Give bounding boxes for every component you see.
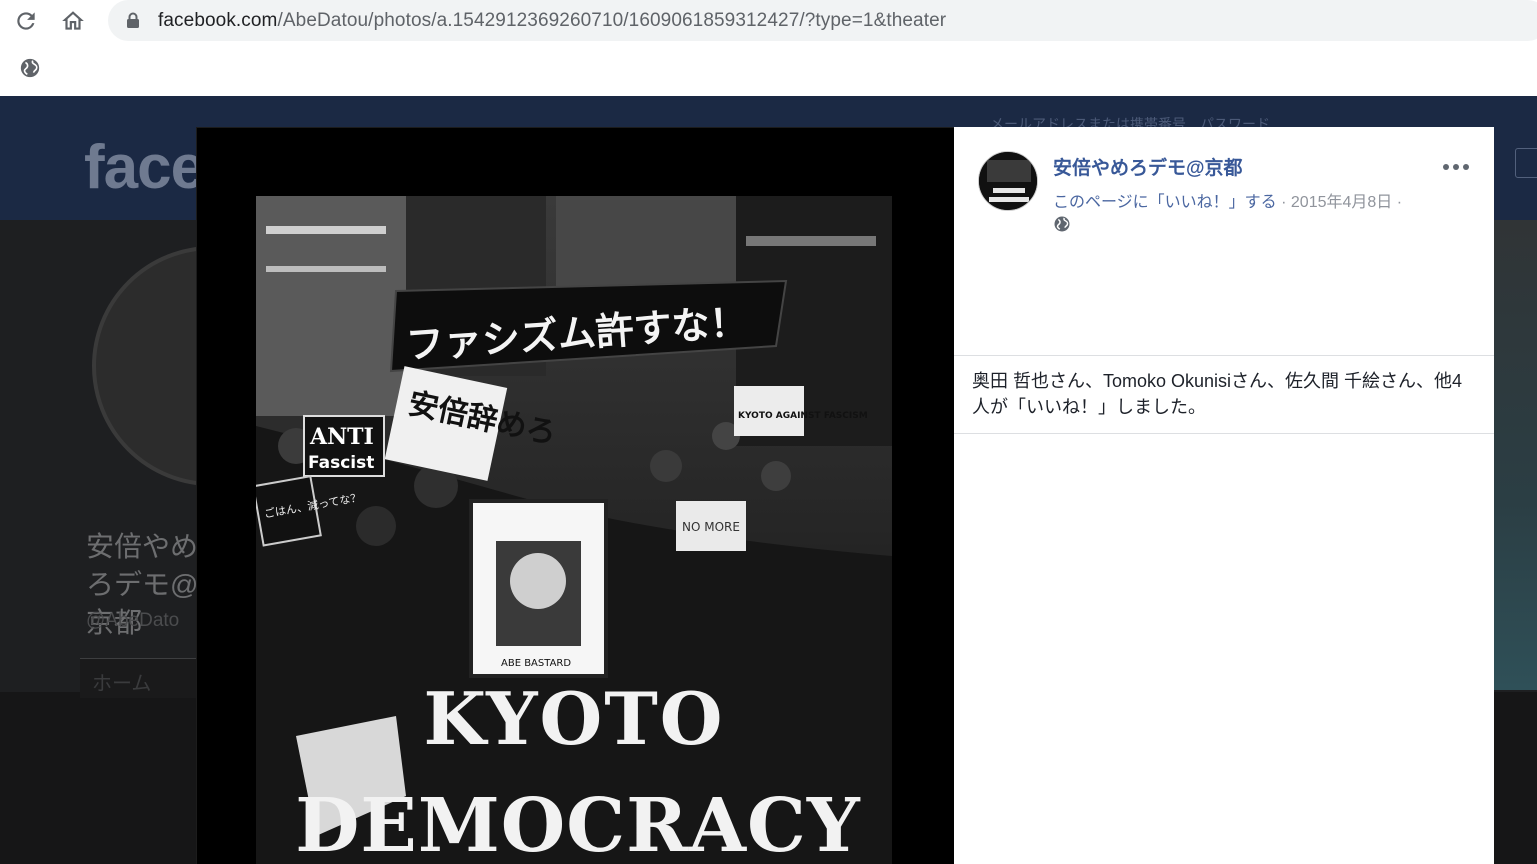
photo-side-panel: 安倍やめろデモ@京都 このページに「いいね！」する · 2015年4月8日 · … (954, 127, 1494, 864)
globe-icon[interactable] (19, 57, 41, 79)
sign-no-more: NO MORE (682, 520, 740, 534)
caption-kyoto: KYOTO (423, 676, 724, 761)
cover-photo (1490, 220, 1537, 690)
photo-stage: ファシズム許すな！ 安倍辞めろ ANTI Fascist ごはん、減ってな？ K… (196, 127, 954, 864)
login-button (1515, 148, 1537, 178)
meta-separator: · (1276, 194, 1291, 211)
likes-summary[interactable]: 奥田 哲也さん、Tomoko Okunisiさん、佐久間 千絵さん、他4人が「い… (972, 368, 1472, 420)
sign-fascist: Fascist (308, 453, 374, 473)
reload-icon[interactable] (11, 6, 41, 36)
divider (954, 355, 1494, 356)
caption-democracy: DEMOCRACY (295, 783, 861, 864)
like-page-link[interactable]: このページに「いいね！」する (1053, 194, 1277, 211)
home-icon[interactable] (58, 6, 88, 36)
url-text[interactable]: facebook.com/AbeDatou/photos/a.154291236… (158, 10, 946, 32)
lock-icon[interactable] (126, 12, 142, 30)
poster-avatar[interactable] (978, 151, 1038, 211)
tab-home: ホーム (80, 658, 198, 698)
browser-toolbar: facebook.com/AbeDatou/photos/a.154291236… (0, 0, 1537, 96)
post-meta: このページに「いいね！」する · 2015年4月8日 · (1053, 188, 1402, 212)
meta-separator-end: · (1392, 194, 1403, 211)
url-path: /AbeDatou/photos/a.154291236926071​0/160… (277, 9, 947, 31)
post-date[interactable]: 2015年4月8日 (1291, 194, 1392, 211)
url-domain: facebook.com (158, 9, 278, 31)
address-bar[interactable]: facebook.com/AbeDatou/photos/a.154291236… (108, 0, 1537, 41)
facebook-logo: face (84, 133, 205, 202)
sign-abe-bastard: ABE BASTARD (501, 658, 571, 669)
divider (954, 433, 1494, 434)
globe-icon (1053, 215, 1071, 233)
page-handle: @AbeDato (86, 610, 180, 631)
more-options-icon[interactable] (1438, 155, 1474, 179)
poster-name-link[interactable]: 安倍やめろデモ@京都 (1053, 153, 1243, 180)
sign-kyoto-against: KYOTO AGAINST FASCISM (738, 411, 868, 421)
protest-photo[interactable]: ファシズム許すな！ 安倍辞めろ ANTI Fascist ごはん、減ってな？ K… (256, 196, 892, 864)
sign-anti: ANTI (309, 424, 374, 450)
